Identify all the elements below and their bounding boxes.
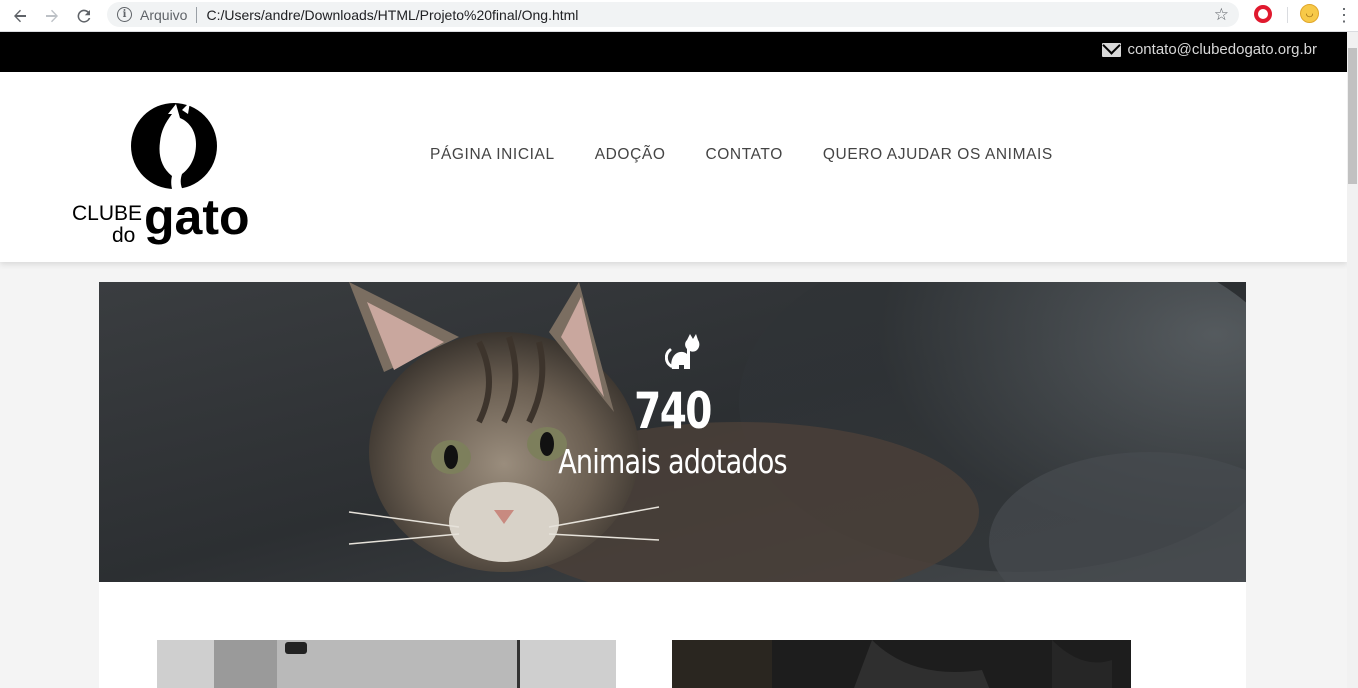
address-bar[interactable]: i Arquivo C:/Users/andre/Downloads/HTML/…	[107, 2, 1239, 27]
nav-item-pagina-inicial[interactable]: PÁGINA INICIAL	[430, 146, 555, 164]
info-icon[interactable]: i	[117, 7, 132, 22]
url-text[interactable]: C:/Users/andre/Downloads/HTML/Projeto%20…	[206, 7, 578, 23]
logo-text-do: do	[112, 224, 135, 247]
contact-email-link[interactable]: contato@clubedogato.org.br	[1102, 41, 1317, 58]
nav-item-quero-ajudar[interactable]: QUERO AJUDAR OS ANIMAIS	[823, 146, 1053, 164]
logo-text-gato: gato	[144, 189, 248, 245]
gallery-image-2[interactable]	[672, 640, 1131, 688]
page-viewport: contato@clubedogato.org.br CLUBE do gato…	[0, 32, 1358, 688]
gallery-image-1[interactable]	[157, 640, 616, 688]
content-panel	[99, 582, 1246, 688]
cat-icon	[664, 332, 703, 370]
scheme-label: Arquivo	[140, 6, 188, 23]
emoji-extension-icon[interactable]: ◡	[1300, 4, 1319, 23]
star-icon[interactable]: ☆	[1214, 5, 1229, 25]
site-logo[interactable]: CLUBE do gato	[72, 102, 250, 248]
adopted-count: 740	[634, 382, 712, 440]
reload-icon[interactable]	[68, 2, 100, 30]
back-arrow-icon[interactable]	[4, 2, 36, 30]
kebab-menu-icon[interactable]: ⋮	[1335, 4, 1353, 26]
omnibox-separator	[196, 6, 198, 23]
site-header: CLUBE do gato PÁGINA INICIAL ADOÇÃO CONT…	[0, 72, 1347, 262]
adoption-stats: 740 Animais adotados	[99, 282, 1246, 582]
forward-arrow-icon[interactable]	[36, 2, 68, 30]
opera-extension-icon[interactable]	[1254, 5, 1272, 23]
logo-text-clube: CLUBE	[72, 202, 142, 225]
browser-toolbar: i Arquivo C:/Users/andre/Downloads/HTML/…	[0, 0, 1358, 32]
page-scrollbar[interactable]	[1347, 32, 1358, 688]
hero-banner: 740 Animais adotados	[99, 282, 1246, 582]
toolbar-separator	[1287, 7, 1288, 23]
contact-email-text: contato@clubedogato.org.br	[1127, 41, 1317, 58]
top-contact-bar: contato@clubedogato.org.br	[0, 32, 1347, 72]
nav-item-adocao[interactable]: ADOÇÃO	[595, 146, 666, 164]
adopted-label: Animais adotados	[558, 442, 787, 481]
main-navigation: PÁGINA INICIAL ADOÇÃO CONTATO QUERO AJUD…	[410, 146, 1073, 164]
envelope-icon	[1102, 42, 1122, 57]
nav-item-contato[interactable]: CONTATO	[705, 146, 782, 164]
scrollbar-thumb[interactable]	[1348, 48, 1357, 184]
